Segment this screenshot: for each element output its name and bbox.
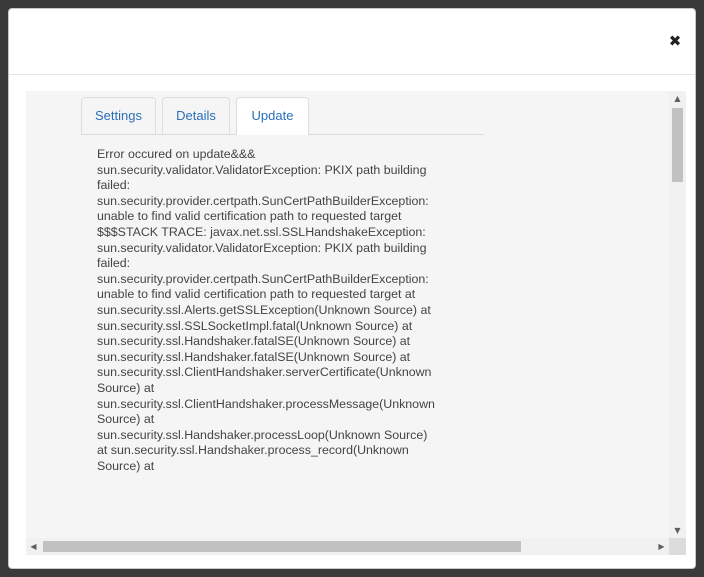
vertical-scroll-thumb[interactable] [672, 108, 683, 182]
horizontal-scroll-thumb[interactable] [43, 541, 521, 552]
vertical-scrollbar[interactable]: ▲ ▼ [669, 91, 686, 538]
scroll-down-icon[interactable]: ▼ [669, 523, 686, 538]
tab-update[interactable]: Update [236, 97, 309, 135]
tab-bar: Settings Details Update [81, 97, 484, 135]
tab-details[interactable]: Details [162, 97, 230, 134]
tab-settings[interactable]: Settings [81, 97, 156, 134]
scrollbar-corner [669, 538, 686, 555]
dialog-header: ✖ [9, 9, 695, 75]
update-dialog: ✖ Settings Details Update Error occured … [8, 8, 696, 569]
scroll-up-icon[interactable]: ▲ [669, 91, 686, 106]
update-error-message: Error occured on update&&& sun.security.… [97, 147, 435, 473]
dialog-body-scroll-area: Settings Details Update Error occured on… [26, 91, 686, 555]
scroll-left-icon[interactable]: ◀ [26, 538, 41, 555]
close-icon[interactable]: ✖ [667, 33, 683, 49]
dialog-body-content: Settings Details Update Error occured on… [26, 91, 669, 538]
scroll-right-icon[interactable]: ▶ [654, 538, 669, 555]
horizontal-scrollbar[interactable]: ◀ ▶ [26, 538, 669, 555]
